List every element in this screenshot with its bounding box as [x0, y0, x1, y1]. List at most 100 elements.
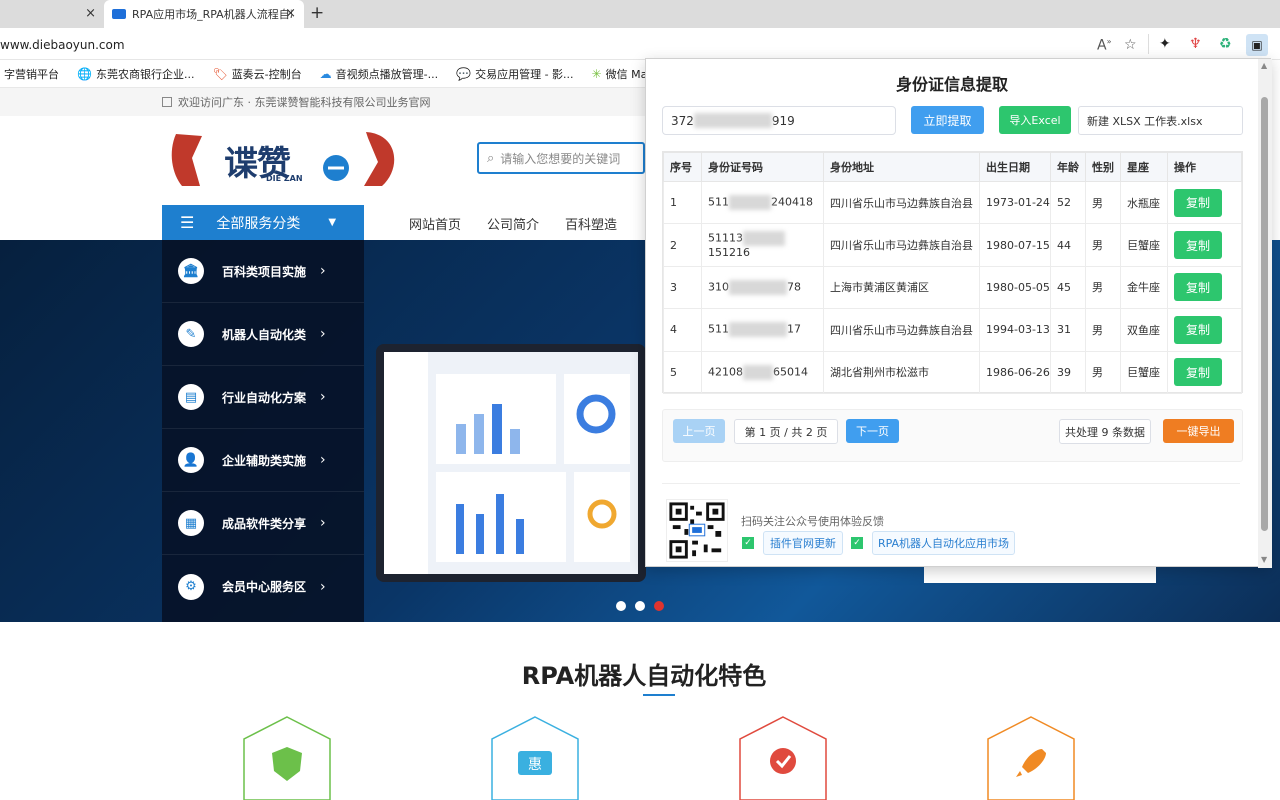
id-number-input[interactable]: 372 919	[662, 106, 896, 135]
id-suffix: 240418	[771, 195, 813, 209]
tab-previous[interactable]: ×	[0, 0, 104, 28]
extract-button[interactable]: 立即提取	[911, 106, 984, 134]
cell-birth: 1994-03-13	[979, 308, 1051, 352]
cell-index: 1	[663, 180, 702, 225]
shield-feature-icon	[243, 716, 331, 800]
checkbox-checked-icon[interactable]: ✓	[851, 537, 863, 549]
id-suffix: 78	[787, 280, 801, 294]
column-header: 出生日期	[979, 152, 1051, 182]
cell-zodiac: 金牛座	[1120, 265, 1168, 310]
site-logo[interactable]: 谍赞 DIE ZAN	[168, 128, 403, 192]
bookmark-item[interactable]: 字营销平台	[0, 66, 59, 82]
bookmark-item[interactable]: 🏷 蓝奏云-控制台	[212, 66, 301, 82]
site-favicon-icon	[112, 9, 126, 19]
bookmark-item[interactable]: 🌐 东莞农商银行企业...	[77, 66, 194, 82]
category-label: 会员中心服务区	[222, 580, 307, 594]
nav-wiki[interactable]: 百科塑造	[565, 214, 617, 233]
cell-id: 42108 65014	[701, 350, 824, 394]
read-aloud-icon[interactable]: A»	[1097, 37, 1111, 54]
tab-close-icon[interactable]: ×	[85, 6, 96, 21]
cell-address: 湖北省荆州市松滋市	[823, 350, 980, 394]
cell-zodiac: 巨蟹座	[1120, 223, 1168, 267]
hero-card-edge	[924, 567, 1156, 583]
logo-subtext: DIE ZAN	[266, 174, 303, 183]
url-text[interactable]: www.diebaoyun.com	[0, 38, 125, 52]
category-item[interactable]: 👤 企业辅助类实施 ›	[162, 429, 364, 492]
masked-text	[743, 231, 785, 247]
copy-button[interactable]: 复制	[1174, 273, 1222, 302]
carousel-dot[interactable]	[616, 601, 626, 611]
scroll-down-icon[interactable]: ▼	[1261, 555, 1267, 564]
notice-icon	[162, 97, 172, 107]
address-bar[interactable]	[0, 28, 1280, 60]
export-button[interactable]: 一键导出	[1163, 419, 1234, 443]
scrollbar-thumb[interactable]	[1261, 97, 1268, 531]
cell-age: 39	[1050, 350, 1086, 394]
site-search-input[interactable]: ⌕ 请输入您想要的关键词	[477, 142, 645, 174]
copy-button[interactable]: 复制	[1174, 315, 1222, 344]
cell-action: 复制	[1167, 180, 1242, 225]
next-page-button[interactable]: 下一页	[846, 419, 899, 443]
bookmark-icon: 💬	[456, 67, 472, 81]
cell-id: 51113151216	[701, 223, 824, 267]
category-item[interactable]: 🏛 百科类项目实施 ›	[162, 240, 364, 303]
id-prefix: 51113	[708, 231, 743, 245]
cell-birth: 1980-05-05	[979, 265, 1051, 310]
id-prefix: 511	[708, 195, 729, 209]
tab-close-icon[interactable]: ×	[285, 6, 296, 21]
copy-button[interactable]: 复制	[1174, 358, 1222, 387]
id-prefix: 511	[708, 322, 729, 336]
cell-action: 复制	[1167, 350, 1242, 394]
new-tab-button[interactable]: +	[310, 3, 324, 23]
id-input-prefix: 372	[671, 113, 694, 128]
copy-button[interactable]: 复制	[1174, 231, 1222, 260]
file-name-field[interactable]: 新建 XLSX 工作表.xlsx	[1078, 106, 1243, 135]
favorite-star-icon[interactable]: ☆	[1124, 37, 1137, 53]
pagination-bar: 上一页 第 1 页 / 共 2 页 下一页 共处理 9 条数据 一键导出	[662, 409, 1243, 462]
category-item[interactable]: ▦ 成品软件类分享 ›	[162, 492, 364, 555]
carousel-dot-active[interactable]	[654, 601, 664, 611]
carousel-dot[interactable]	[635, 601, 645, 611]
cell-age: 31	[1050, 308, 1086, 352]
nav-home[interactable]: 网站首页	[409, 214, 461, 233]
checkbox-checked-icon[interactable]: ✓	[742, 537, 754, 549]
cell-address: 上海市黄浦区黄浦区	[823, 265, 980, 310]
masked-text	[729, 322, 787, 338]
discount-feature-icon: 惠	[491, 716, 579, 800]
bookmark-item[interactable]: 💬 交易应用管理 - 影...	[456, 66, 573, 82]
column-header: 星座	[1120, 152, 1168, 182]
cell-birth: 1980-07-15	[979, 223, 1051, 267]
cell-id: 511 240418	[701, 180, 824, 225]
search-placeholder: 请输入您想要的关键词	[500, 151, 621, 166]
nav-about[interactable]: 公司简介	[487, 214, 539, 233]
rpa-market-link[interactable]: RPA机器人自动化应用市场	[872, 531, 1015, 555]
extension-green-icon[interactable]: ♻	[1219, 36, 1232, 52]
tab-active[interactable]: RPA应用市场_RPA机器人流程自动 ×	[104, 0, 304, 28]
extension-game-icon[interactable]: ✦	[1159, 36, 1171, 52]
prev-page-button[interactable]: 上一页	[673, 419, 725, 443]
search-icon: ⌕	[487, 150, 495, 166]
import-excel-button[interactable]: 导入Excel	[999, 106, 1071, 134]
copy-button[interactable]: 复制	[1174, 188, 1222, 217]
popup-scrollbar[interactable]: ▲ ▼	[1258, 59, 1272, 568]
cell-id: 310 78	[701, 265, 824, 310]
column-header: 性别	[1085, 152, 1121, 182]
extension-red-icon[interactable]: ♆	[1189, 36, 1202, 52]
bookmark-label: 交易应用管理 - 影...	[475, 68, 574, 81]
category-item[interactable]: ✎ 机器人自动化类 ›	[162, 303, 364, 366]
category-item[interactable]: ⚙ 会员中心服务区 ›	[162, 555, 364, 618]
category-item[interactable]: ▤ 行业自动化方案 ›	[162, 366, 364, 429]
cell-birth: 1986-06-26	[979, 350, 1051, 394]
list-icon: ☰	[180, 213, 195, 232]
plugin-update-link[interactable]: 插件官网更新	[763, 531, 843, 555]
column-header: 序号	[663, 152, 702, 182]
bookmark-item[interactable]: ✳微信 Markdown 编...	[592, 66, 645, 82]
all-categories-button[interactable]: ☰ 全部服务分类 ▼	[162, 205, 364, 240]
cell-age: 52	[1050, 180, 1086, 225]
cell-zodiac: 双鱼座	[1120, 308, 1168, 352]
extension-id-extract-icon[interactable]: ▣	[1246, 34, 1268, 56]
category-button-label: 全部服务分类	[216, 215, 301, 232]
bookmark-label: 字营销平台	[4, 68, 59, 81]
scroll-up-icon[interactable]: ▲	[1261, 61, 1267, 70]
bookmark-item[interactable]: ☁ 音视频点播放管理-...	[320, 66, 438, 82]
